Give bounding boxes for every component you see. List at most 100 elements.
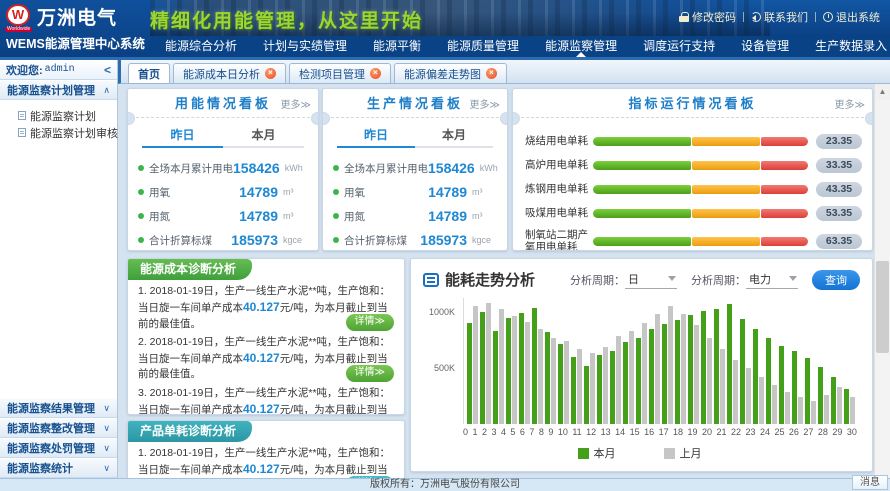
bar-pair (727, 304, 738, 424)
window-tabbar: 首页能源成本日分析×检测项目管理×能源偏差走势图× (118, 60, 890, 84)
energy-type-dropdown[interactable]: 电力 (746, 271, 798, 289)
previous-month-bar (772, 385, 777, 424)
detail-button[interactable]: 详情≫ (346, 314, 394, 331)
board-tab[interactable]: 本月 (415, 125, 493, 148)
legend-item[interactable]: 本月 (578, 445, 616, 461)
x-axis-tick: 3 (491, 427, 496, 437)
nav-item[interactable]: 能源监察管理 (532, 36, 630, 57)
previous-month-bar (681, 314, 686, 424)
panel-title: 指标运行情况看板 (628, 93, 756, 112)
x-axis-tick: 24 (760, 427, 770, 437)
metric-value: 185973 (231, 232, 278, 248)
chevron-up-icon: ∧ (103, 86, 110, 95)
board-tab[interactable]: 昨日 (142, 125, 223, 148)
dashed-divider (516, 117, 869, 118)
nav-item[interactable]: 设备管理 (728, 36, 802, 57)
x-axis-tick: 14 (615, 427, 625, 437)
x-axis-tick: 21 (717, 427, 727, 437)
sidebar-group-label: 能源监察统计 (7, 460, 73, 476)
top-link[interactable]: 联系我们 (751, 9, 808, 25)
nav-item[interactable]: 能源质量管理 (434, 36, 532, 57)
nav-item[interactable]: 调度运行支持 (630, 36, 728, 57)
diagnosis-value: 40.127 (243, 462, 280, 476)
chevron-down-icon: ∨ (103, 444, 110, 453)
current-month-bar (467, 323, 472, 424)
chevron-down-icon (789, 276, 797, 281)
tab[interactable]: 能源偏差走势图× (394, 63, 507, 83)
indicator-bar (593, 161, 808, 170)
metric-label: 用氮 (344, 209, 428, 224)
query-button[interactable]: 查询 (812, 270, 860, 290)
bar-segment (761, 137, 808, 146)
sidebar-item[interactable]: 能源监察计划 (0, 107, 117, 124)
indicator-row: 炼钢用电单耗43.35 (525, 177, 862, 201)
more-link[interactable]: 更多≫ (835, 96, 865, 111)
diagnosis-value: 40.127 (243, 402, 280, 415)
legend-item[interactable]: 上月 (664, 445, 702, 461)
tab[interactable]: 能源成本日分析× (173, 63, 286, 83)
more-link[interactable]: 更多≫ (470, 96, 500, 111)
period-dropdown[interactable]: 日 (625, 271, 677, 289)
tab-close-icon[interactable]: × (370, 68, 381, 79)
current-month-bar (714, 309, 719, 424)
indicator-rows: 烧结用电单耗23.35高炉用电单耗33.35炼钢用电单耗43.35吸煤用电单耗5… (513, 118, 872, 251)
sidebar-group[interactable]: 能源监察统计 ∨ (0, 458, 117, 478)
indicator-row: 制氧站二期产氧用电单耗63.35 (525, 225, 862, 251)
metric-unit: m³ (472, 187, 498, 197)
nav-item[interactable]: 能源综合分析 (152, 36, 250, 57)
tab[interactable]: 首页 (128, 63, 170, 83)
x-axis-tick: 7 (529, 427, 534, 437)
bar-segment (761, 209, 808, 218)
current-month-bar (844, 389, 849, 424)
message-button[interactable]: 消息 (852, 475, 888, 490)
previous-month-bar (798, 397, 803, 424)
board-tab[interactable]: 昨日 (337, 125, 415, 148)
sidebar-group[interactable]: 能源监察处罚管理∨ (0, 438, 117, 458)
bar-segment (761, 237, 808, 246)
top-link[interactable]: 退出系统 (823, 9, 880, 25)
previous-month-bar (759, 377, 764, 424)
nav-item[interactable]: 生产数据录入 (802, 36, 890, 57)
logo-icon: W Worldwide (6, 4, 32, 30)
top-link[interactable]: 修改密码 (679, 9, 736, 25)
vertical-scrollbar[interactable]: ▲ (874, 84, 890, 478)
sidebar-groups-top: 能源监察计划管理∧ 能源监察计划能源监察计划审核 (0, 80, 117, 147)
sidebar-collapse-icon[interactable]: < (104, 64, 111, 76)
bar-pair (701, 311, 712, 424)
x-axis-tick: 5 (510, 427, 515, 437)
board-tabs: 昨日本月 (337, 125, 493, 148)
tab[interactable]: 检测项目管理× (289, 63, 391, 83)
bar-pair (792, 351, 803, 424)
scroll-up-icon[interactable]: ▲ (875, 84, 890, 100)
sidebar-group[interactable]: 能源监察整改管理∨ (0, 418, 117, 438)
scrollbar-thumb[interactable] (876, 261, 889, 353)
chevron-down-icon: ∨ (103, 464, 110, 473)
bar-pair (480, 303, 491, 424)
x-axis-tick: 9 (548, 427, 553, 437)
indicator-bar (593, 137, 808, 146)
x-axis-tick: 16 (644, 427, 654, 437)
more-link[interactable]: 更多≫ (281, 96, 311, 111)
metric-value: 158426 (233, 160, 280, 176)
sidebar-item-label: 能源监察计划 (30, 108, 96, 124)
x-axis-tick: 22 (731, 427, 741, 437)
sidebar-group[interactable]: 能源监察计划管理∧ (0, 80, 117, 100)
chart-xlabels: 0123456789101112131415161718192021222324… (463, 427, 858, 437)
indicator-bar (593, 185, 808, 194)
diagnosis-item: 1. 2018-01-19日，生产一线生产水泥**吨，生产饱和：当日旋一车间单产… (138, 284, 394, 332)
nav-item[interactable]: 计划与实绩管理 (250, 36, 360, 57)
company-name: 万洲电气 (37, 3, 117, 30)
detail-button[interactable]: 详情≫ (346, 365, 394, 382)
nav-item[interactable]: 能源平衡 (360, 36, 434, 57)
sidebar-item[interactable]: 能源监察计划审核 (0, 124, 117, 141)
bullet-icon (138, 189, 144, 195)
bar-segment (593, 237, 691, 246)
bullet-icon (333, 165, 339, 171)
sidebar-group[interactable]: 能源监察结果管理∨ (0, 398, 117, 418)
board-tab[interactable]: 本月 (223, 125, 304, 148)
current-month-bar (675, 320, 680, 424)
previous-month-bar (564, 341, 569, 424)
tab-close-icon[interactable]: × (486, 68, 497, 79)
metric-row: 合计折算标煤185973kgce (138, 228, 309, 251)
tab-close-icon[interactable]: × (265, 68, 276, 79)
